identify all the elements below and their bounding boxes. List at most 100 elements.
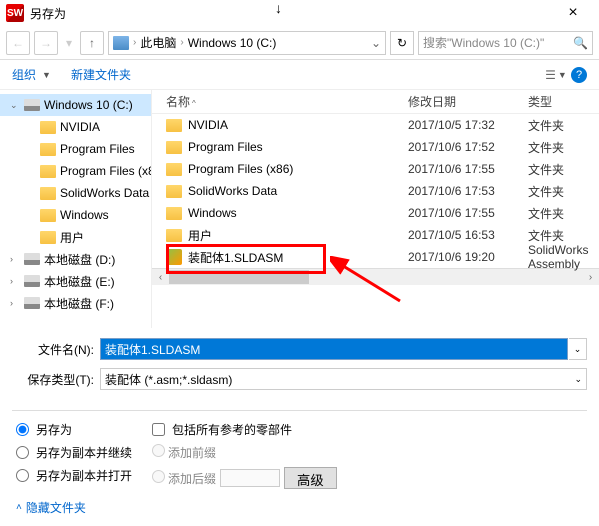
file-name: Program Files [188,140,263,154]
option-add-prefix: 添加前缀 [152,444,216,461]
tree-item[interactable]: ⌄Windows 10 (C:) [0,94,151,116]
tree-item-label: 本地磁盘 (F:) [44,295,114,312]
filename-input[interactable]: 装配体1.SLDASM [100,338,568,360]
search-icon: 🔍 [573,36,588,50]
file-name: SolidWorks Data [188,184,277,198]
nav-back-button[interactable]: ← [6,31,30,55]
nav-forward-button[interactable]: → [34,31,58,55]
file-row[interactable]: Program Files2017/10/6 17:52文件夹 [152,136,599,158]
search-placeholder: 搜索"Windows 10 (C:)" [423,34,544,51]
drive-icon [24,275,40,287]
file-date: 2017/10/6 17:55 [408,206,528,220]
folder-icon [40,187,56,200]
suffix-input [220,469,280,487]
file-row[interactable]: Program Files (x86)2017/10/6 17:55文件夹 [152,158,599,180]
tree-item-label: NVIDIA [60,120,100,134]
column-header-name[interactable]: 名称^ [152,93,408,110]
folder-icon [40,209,56,222]
folder-icon [40,121,56,134]
tree-item-label: Program Files [60,142,135,156]
tree-item-label: 用户 [60,229,84,246]
column-header-type[interactable]: 类型 [528,93,599,110]
option-saveas[interactable]: 另存为 [16,421,132,438]
file-type: 文件夹 [528,183,599,200]
folder-tree[interactable]: ⌄Windows 10 (C:) NVIDIA Program Files Progr… [0,90,152,328]
file-date: 2017/10/6 17:53 [408,184,528,198]
filename-dropdown[interactable]: ⌄ [569,338,587,360]
file-row[interactable]: 装配体1.SLDASM2017/10/6 19:20SolidWorks Ass… [152,246,599,268]
tree-item[interactable]: › 本地磁盘 (D:) [0,248,151,270]
option-saveas-copy-continue[interactable]: 另存为副本并继续 [16,444,132,461]
search-input[interactable]: 搜索"Windows 10 (C:)" 🔍 [418,31,593,55]
scroll-thumb[interactable] [169,270,309,284]
option-saveas-copy-open[interactable]: 另存为副本并打开 [16,467,132,484]
sort-indicator-icon: ^ [192,99,196,108]
organize-menu[interactable]: 组织 [12,66,36,83]
folder-icon [166,141,182,154]
view-options-button[interactable]: ☰▼ [545,66,567,84]
file-type: 文件夹 [528,139,599,156]
file-date: 2017/10/5 17:32 [408,118,528,132]
scroll-right-icon[interactable]: › [582,272,599,283]
filetype-select[interactable]: 装配体 (*.asm;*.sldasm)⌄ [100,368,587,390]
file-row[interactable]: SolidWorks Data 2017/10/6 17:53文件夹 [152,180,599,202]
advanced-button[interactable]: 高级 [284,467,337,489]
expander-icon[interactable]: › [10,254,20,264]
folder-icon [166,229,182,242]
path-segment-pc[interactable]: 此电脑 [140,34,176,51]
folder-icon [166,163,182,176]
file-name: Program Files (x86) [188,162,293,176]
file-type: 文件夹 [528,117,599,134]
folder-icon [166,185,182,198]
tree-item[interactable]: NVIDIA [0,116,151,138]
drive-icon [24,99,40,111]
drive-icon [24,253,40,265]
pc-icon [113,36,129,50]
path-segment-drive[interactable]: Windows 10 (C:) [188,36,277,50]
expander-icon[interactable]: › [10,276,20,286]
help-icon[interactable]: ? [571,67,587,83]
tree-item-label: 本地磁盘 (D:) [44,251,115,268]
filename-label: 文件名(N): [12,341,100,358]
path-separator-icon: › [180,37,183,48]
folder-icon [166,119,182,132]
window-title: 另存为 [30,5,553,22]
file-list[interactable]: 名称^ 修改日期 类型 NVIDIA2017/10/5 17:32文件夹Prog… [152,90,599,328]
file-row[interactable]: Windows2017/10/6 17:55文件夹 [152,202,599,224]
tree-item[interactable]: Program Files [0,138,151,160]
refresh-button[interactable]: ↻ [390,31,414,55]
column-header-date[interactable]: 修改日期 [408,93,528,110]
option-include-refs[interactable]: 包括所有参考的零部件 [152,421,337,438]
path-dropdown-icon[interactable]: ⌄ [371,36,381,50]
tree-item[interactable]: 用户 [0,226,151,248]
close-button[interactable]: × [553,4,593,22]
scroll-left-icon[interactable]: ‹ [152,272,169,283]
down-arrow-icon: ↓ [275,0,282,16]
tree-item-label: 本地磁盘 (E:) [44,273,115,290]
folder-icon [166,207,182,220]
tree-item[interactable]: Program Files (x86) [0,160,151,182]
file-name: NVIDIA [188,118,228,132]
expander-icon[interactable]: ⌄ [10,100,20,111]
file-type: SolidWorks Assembly [528,243,599,271]
address-path[interactable]: › 此电脑 › Windows 10 (C:) ⌄ [108,31,386,55]
tree-item[interactable]: Windows [0,204,151,226]
tree-item-label: SolidWorks Data [60,186,149,200]
filetype-label: 保存类型(T): [12,371,100,388]
file-date: 2017/10/6 17:55 [408,162,528,176]
tree-item[interactable]: › 本地磁盘 (E:) [0,270,151,292]
option-add-suffix: 添加后缀 [152,470,216,487]
hide-folders-link[interactable]: ˄ 隐藏文件夹 [0,499,599,516]
drive-icon [24,297,40,309]
folder-icon [40,143,56,156]
nav-up-button[interactable]: ↑ [80,31,104,55]
tree-item[interactable]: SolidWorks Data [0,182,151,204]
nav-recent-dropdown[interactable]: ▾ [62,31,76,55]
path-separator-icon: › [133,37,136,48]
tree-item-label: Windows [60,208,109,222]
file-date: 2017/10/6 19:20 [408,250,528,264]
tree-item[interactable]: › 本地磁盘 (F:) [0,292,151,314]
new-folder-button[interactable]: 新建文件夹 [71,66,131,83]
expander-icon[interactable]: › [10,298,20,308]
file-row[interactable]: NVIDIA 2017/10/5 17:32文件夹 [152,114,599,136]
